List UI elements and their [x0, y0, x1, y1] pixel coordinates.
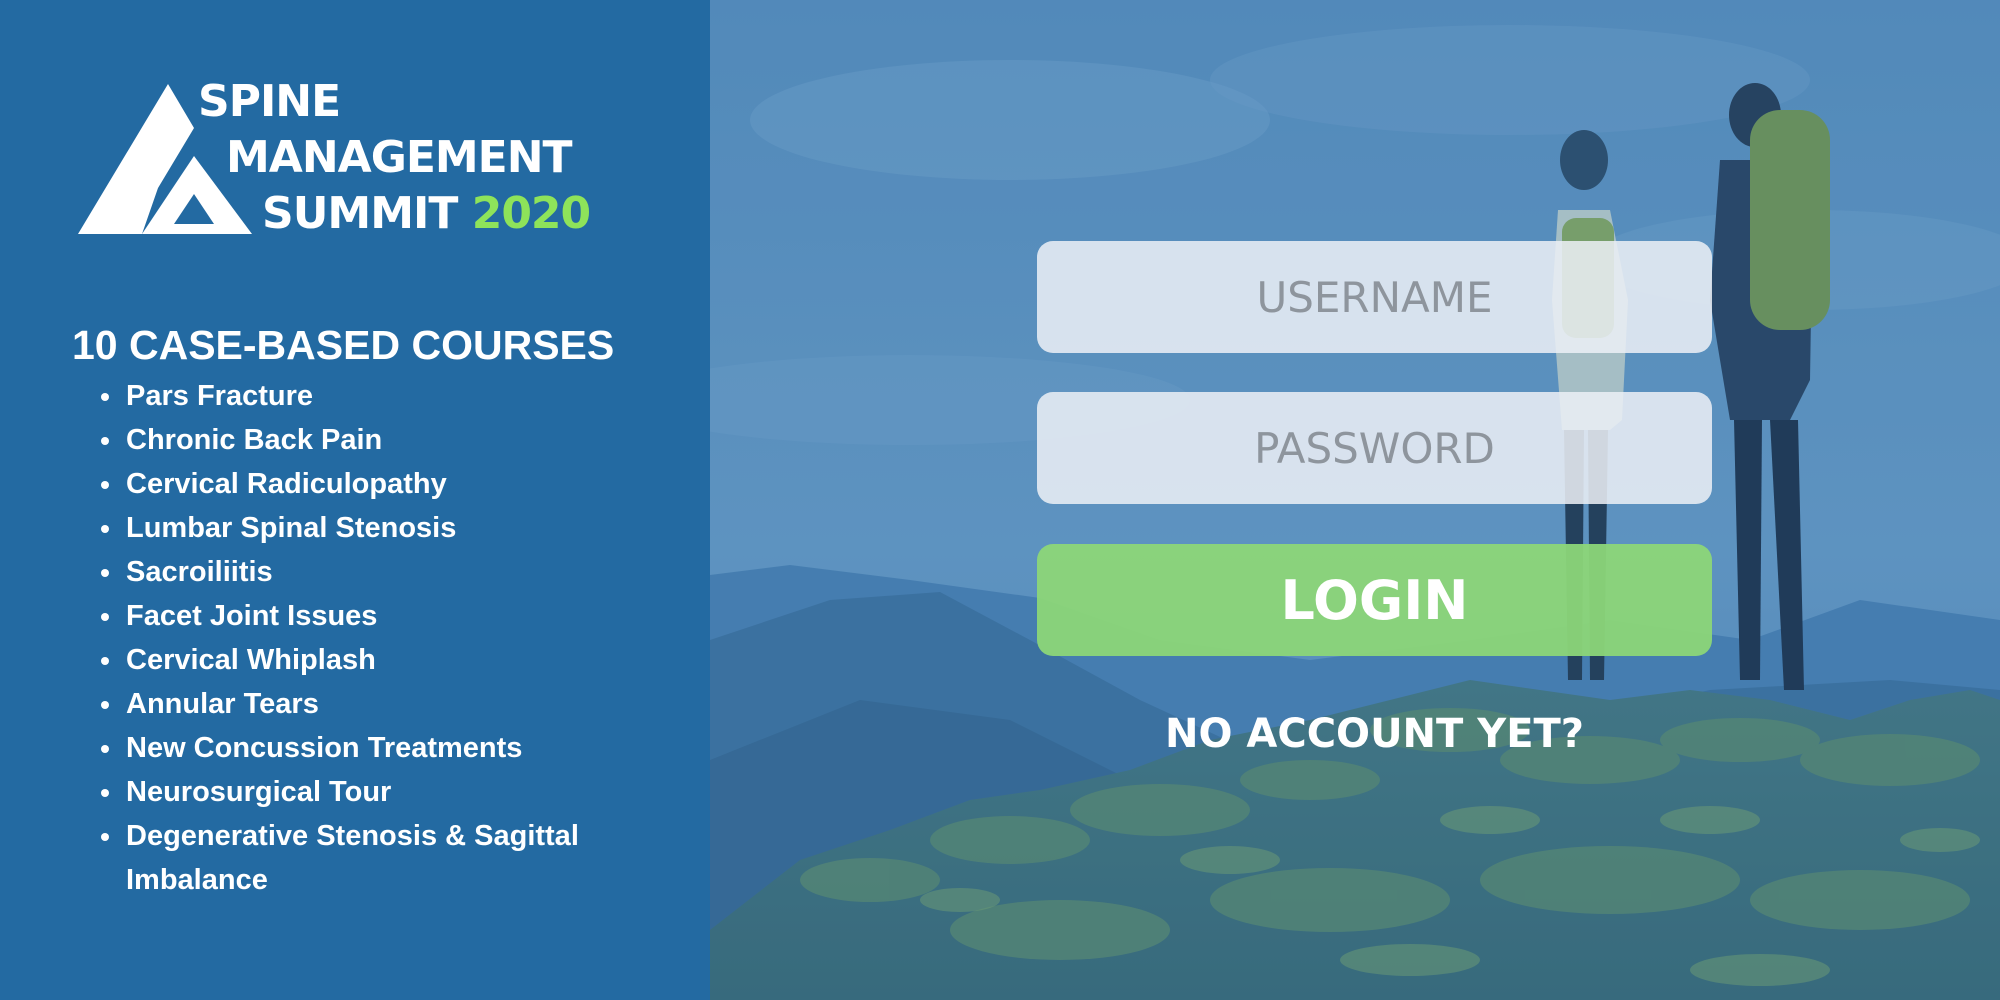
- bullet-icon: [101, 525, 109, 533]
- course-item: Lumbar Spinal Stenosis: [101, 506, 726, 550]
- course-item: Sacroiliitis: [101, 550, 726, 594]
- course-item-label: Degenerative Stenosis & Sagittal Imbalan…: [126, 820, 579, 896]
- summit-logo: SPINE MANAGEMENT SUMMIT 2020: [78, 78, 618, 238]
- course-item-label: Annular Tears: [126, 688, 319, 720]
- bullet-icon: [101, 393, 109, 401]
- course-item: Pars Fracture: [101, 374, 726, 418]
- username-input[interactable]: [1037, 241, 1712, 353]
- course-list: Pars Fracture Chronic Back Pain Cervical…: [72, 374, 726, 902]
- course-item: Annular Tears: [101, 682, 726, 726]
- logo-line-summit: SUMMIT 2020: [262, 192, 591, 236]
- course-item-label: Cervical Radiculopathy: [126, 468, 447, 500]
- bullet-icon: [101, 437, 109, 445]
- course-item-label: Lumbar Spinal Stenosis: [126, 512, 457, 544]
- courses-heading: 10 CASE-BASED COURSES: [72, 322, 615, 368]
- course-item-label: Neurosurgical Tour: [126, 776, 392, 808]
- course-item-label: Cervical Whiplash: [126, 644, 376, 676]
- course-item: Facet Joint Issues: [101, 594, 726, 638]
- login-page: SPINE MANAGEMENT SUMMIT 2020 10 CASE-BAS…: [0, 0, 2000, 1000]
- info-panel: SPINE MANAGEMENT SUMMIT 2020 10 CASE-BAS…: [0, 0, 710, 1000]
- course-item: Neurosurgical Tour: [101, 770, 726, 814]
- bullet-icon: [101, 613, 109, 621]
- login-button[interactable]: LOGIN: [1037, 544, 1712, 656]
- course-item-label: Sacroiliitis: [126, 556, 273, 588]
- course-item-label: Chronic Back Pain: [126, 424, 383, 456]
- bullet-icon: [101, 657, 109, 665]
- course-item: Cervical Radiculopathy: [101, 462, 726, 506]
- no-account-link[interactable]: NO ACCOUNT YET?: [1037, 711, 1712, 757]
- bullet-icon: [101, 569, 109, 577]
- logo-line-management: MANAGEMENT: [226, 132, 573, 183]
- course-item: New Concussion Treatments: [101, 726, 726, 770]
- logo-summit-word: SUMMIT: [262, 188, 458, 239]
- course-item: Cervical Whiplash: [101, 638, 726, 682]
- course-item: Degenerative Stenosis & Sagittal Imbalan…: [101, 814, 726, 902]
- bullet-icon: [101, 833, 109, 841]
- bullet-icon: [101, 701, 109, 709]
- course-item-label: Facet Joint Issues: [126, 600, 378, 632]
- logo-year: 2020: [471, 188, 591, 239]
- bullet-icon: [101, 745, 109, 753]
- bullet-icon: [101, 789, 109, 797]
- course-item-label: New Concussion Treatments: [126, 732, 523, 764]
- bullet-icon: [101, 481, 109, 489]
- password-input[interactable]: [1037, 392, 1712, 504]
- course-item-label: Pars Fracture: [126, 380, 313, 412]
- course-item: Chronic Back Pain: [101, 418, 726, 462]
- logo-line-spine: SPINE: [198, 76, 341, 127]
